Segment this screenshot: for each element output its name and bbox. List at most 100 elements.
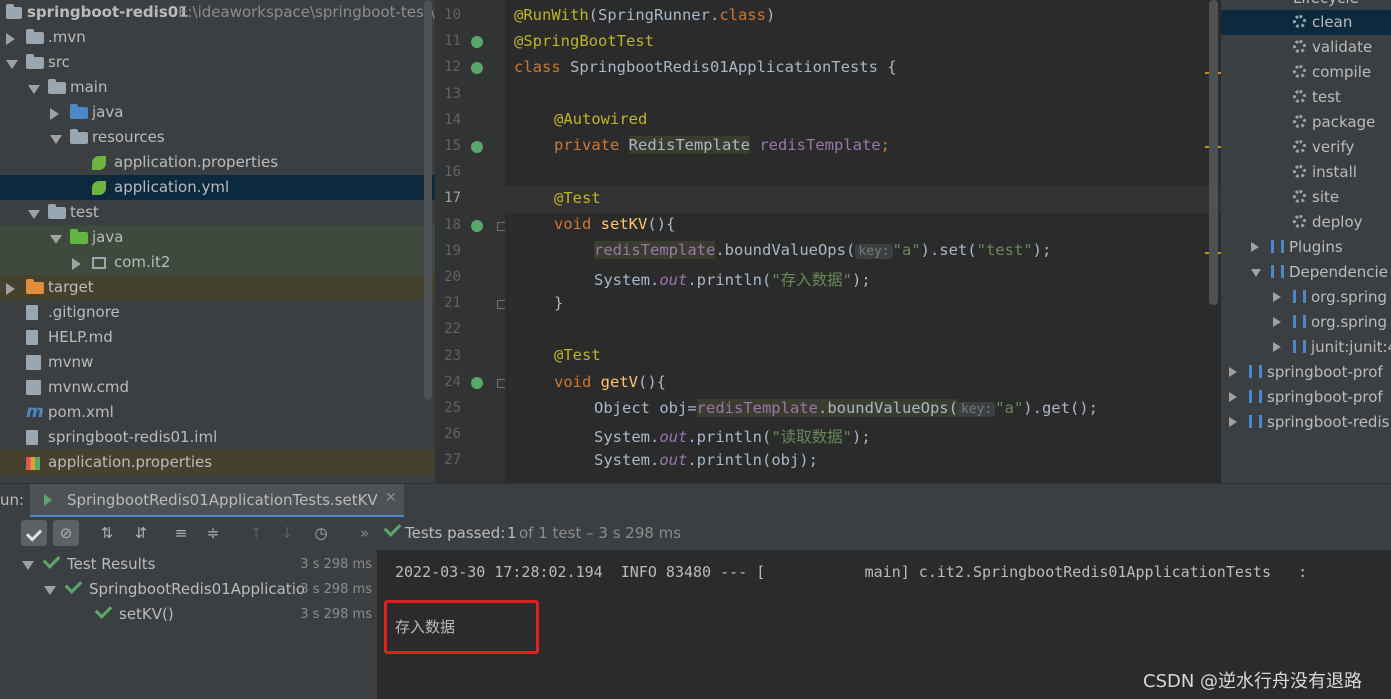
chevron-right-icon[interactable] [6,283,16,295]
chevron-right-icon[interactable] [1273,310,1285,335]
project-tree-item[interactable]: mvnw [0,350,435,375]
previous-failed-icon[interactable]: ↑ [243,520,269,546]
test-tree-row[interactable]: SpringbootRedis01Applicatio 3 s 298 ms [14,576,377,602]
project-tree-item[interactable]: m pom.xml [0,400,435,425]
project-tree-item[interactable]: .mvn [0,25,435,50]
chevron-right-icon[interactable] [1251,235,1263,260]
more-chevron-icon[interactable]: » [360,524,369,542]
maven-goal-deploy[interactable]: deploy [1221,210,1391,235]
sort-alpha-icon[interactable]: ⇅ [94,520,120,546]
maven-goal-install[interactable]: install [1221,160,1391,185]
editor-gutter: 10 11 12 13 14 15 16 17 18 19 20 21 22 23 24 25 26 27 [435,0,506,483]
project-tree-item[interactable]: .gitignore [0,300,435,325]
project-tree-item-label: src [48,53,70,71]
show-ignored-button[interactable]: ⊘ [53,520,79,546]
project-root[interactable]: springboot-redis01 E:\ideaworkspace\spri… [0,0,435,25]
project-tree-item[interactable]: java [0,225,435,250]
chevron-down-icon[interactable] [1251,260,1263,285]
console-output[interactable]: 2022-03-30 17:28:02.194 INFO 83480 --- [… [377,550,1391,699]
project-tree-item[interactable]: test [0,200,435,225]
test-tree-row[interactable]: Test Results 3 s 298 ms [14,551,377,577]
run-config-icon [44,494,52,506]
field-name: redisTemplate [759,136,881,154]
run-test-icon[interactable] [471,62,483,75]
project-tree-item[interactable]: target [0,275,435,300]
sort-duration-icon[interactable]: ⇵ [128,520,154,546]
spring-bean-icon[interactable] [471,36,483,49]
maven-goal-compile[interactable]: compile [1221,60,1391,85]
chevron-down-icon[interactable] [50,133,62,144]
maven-project[interactable]: springboot-prof [1229,385,1383,410]
project-tree-item[interactable]: application.properties [0,150,435,175]
project-tree-item[interactable]: java [0,100,435,125]
maven-goal-label: install [1312,163,1357,181]
project-scrollbar[interactable] [424,0,432,400]
chevron-down-icon[interactable] [22,561,34,570]
test-annotation: @Test [554,189,601,207]
project-tree-item[interactable]: resources [0,125,435,150]
collapse-all-icon[interactable]: ≑ [200,520,226,546]
chevron-right-icon[interactable] [50,108,60,120]
maven-plugins[interactable]: Plugins [1251,235,1343,260]
editor-scrollbar[interactable] [1209,0,1218,305]
project-tree-item[interactable]: com.it2 [0,250,435,275]
test-results-tree: Test Results 3 s 298 ms SpringbootRedis01A… [14,550,377,699]
project-tree-item-label: java [92,228,124,246]
spring-leaf-icon [92,181,106,195]
project-tree-item[interactable]: application.yml [0,175,435,200]
maven-goal-site[interactable]: site [1221,185,1391,210]
next-failed-icon[interactable]: ↓ [274,520,300,546]
maven-goal-verify[interactable]: verify [1221,135,1391,160]
project-tree-item[interactable]: HELP.md [0,325,435,350]
field-ref: redisTemplate [696,399,818,417]
maven-dependency[interactable]: org.spring [1273,310,1387,335]
maven-project[interactable]: springboot-prof [1229,360,1383,385]
chevron-right-icon[interactable] [72,258,82,270]
maven-project[interactable]: springboot-redis [1229,410,1389,435]
chevron-down-icon[interactable] [44,586,56,595]
maven-goal-clean[interactable]: clean [1221,10,1391,35]
gear-icon [1293,140,1306,153]
chevron-right-icon[interactable] [6,33,16,45]
project-root-name: springboot-redis01 [27,3,189,21]
chevron-down-icon[interactable] [6,58,18,69]
maven-dependency[interactable]: org.spring [1273,285,1387,310]
close-tab-icon[interactable]: ✕ [385,490,397,506]
maven-goal-package[interactable]: package [1221,110,1391,135]
project-tree-item[interactable]: main [0,75,435,100]
chevron-down-icon[interactable] [28,83,40,94]
chevron-right-icon[interactable] [1273,335,1285,360]
maven-dependencies[interactable]: Dependencie [1251,260,1388,285]
run-test-icon[interactable] [471,219,483,232]
chevron-right-icon[interactable] [1229,360,1241,385]
spring-autowired-icon[interactable] [471,141,483,153]
chevron-down-icon[interactable] [50,233,62,244]
folder-icon [26,54,44,69]
test-duration: 3 s 298 ms [300,607,372,622]
maven-dependency[interactable]: junit:junit:4 [1273,335,1391,360]
code-editor[interactable]: @RunWith(SpringRunner.class) @SpringBoot… [505,0,1221,483]
project-tree-item[interactable]: application.properties [0,450,435,475]
code-token: System. [594,271,660,289]
code-keyword: class [719,6,766,24]
chevron-right-icon[interactable] [1229,410,1241,435]
file-icon [26,430,38,445]
project-tree-item[interactable]: mvnw.cmd [0,375,435,400]
expand-all-icon[interactable]: ≡ [168,520,194,546]
project-tree-item[interactable]: src [0,50,435,75]
maven-goal-test[interactable]: test [1221,85,1391,110]
history-clock-icon[interactable]: ◷ [308,520,334,546]
chevron-right-icon[interactable] [1229,385,1241,410]
string-literal: "a" [995,399,1024,417]
show-passed-button[interactable] [21,520,47,546]
project-tree-item[interactable]: springboot-redis01.iml [0,425,435,450]
maven-node-icon [1293,315,1306,328]
run-tab[interactable]: SpringbootRedis01ApplicationTests.setKV … [30,484,404,518]
chevron-right-icon[interactable] [1273,285,1285,310]
run-test-icon[interactable] [471,376,483,389]
maven-goal-validate[interactable]: validate [1221,35,1391,60]
test-tree-row[interactable]: setKV() 3 s 298 ms [14,601,377,627]
chevron-down-icon[interactable] [28,208,40,219]
line-number: 26 [444,426,461,443]
code-token: .println( [687,428,772,446]
